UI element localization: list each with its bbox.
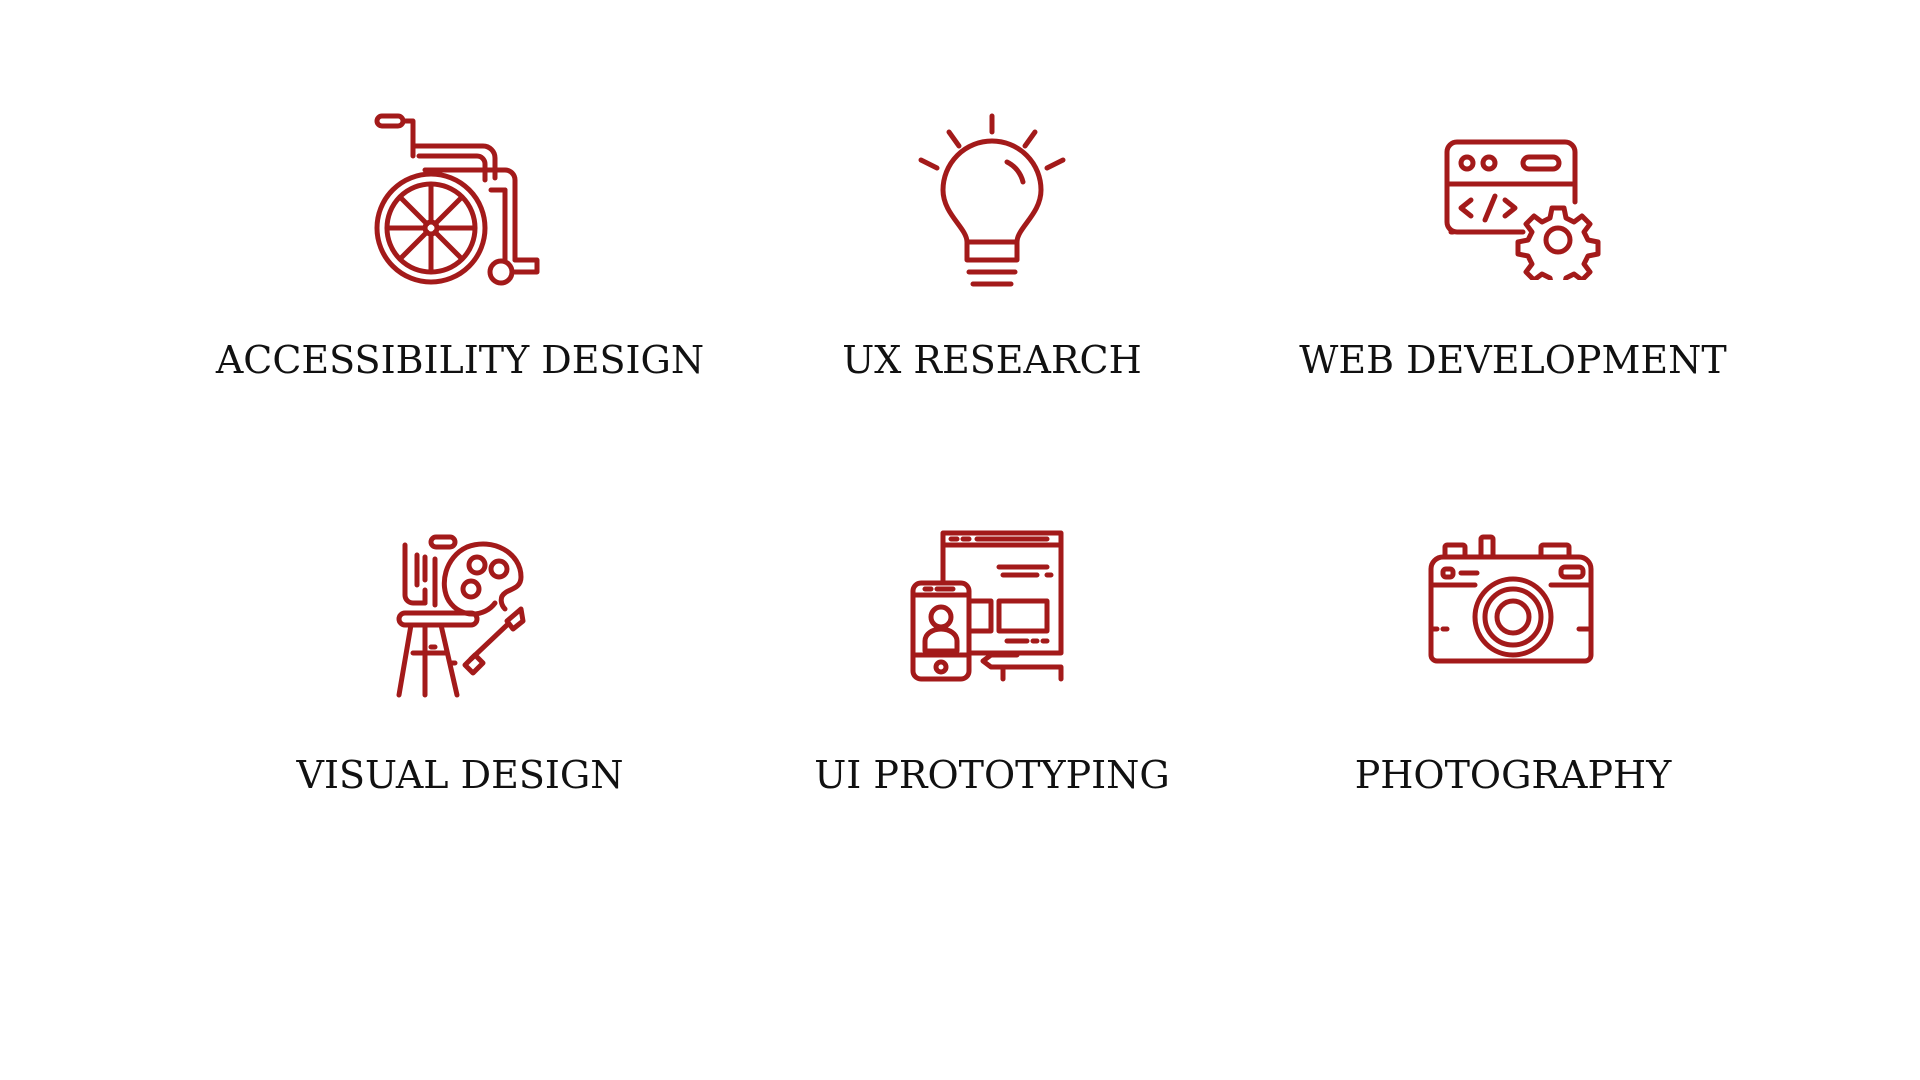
skill-label: VISUAL DESIGN (296, 753, 624, 797)
skill-photography: PHOTOGRAPHY (1253, 525, 1773, 815)
skill-label: PHOTOGRAPHY (1354, 753, 1672, 797)
camera-icon (1253, 525, 1773, 675)
skill-ui-prototyping: UI PROTOTYPING (732, 525, 1252, 815)
skill-web-development: WEB DEVELOPMENT (1253, 110, 1773, 400)
skills-grid: ACCESSIBILITY DESIGN UX RESEARCH WEB DEV… (0, 0, 1920, 1080)
skill-accessibility-design: ACCESSIBILITY DESIGN (200, 110, 720, 400)
skill-ux-research: UX RESEARCH (732, 110, 1252, 400)
skill-visual-design: VISUAL DESIGN (200, 525, 720, 815)
lightbulb-icon (732, 110, 1252, 310)
code-window-gear-icon (1253, 110, 1773, 280)
skill-label: UI PROTOTYPING (814, 753, 1170, 797)
skill-label: ACCESSIBILITY DESIGN (215, 338, 705, 382)
skill-label: UX RESEARCH (842, 338, 1142, 382)
wireframe-devices-icon (732, 525, 1252, 685)
skill-label: WEB DEVELOPMENT (1299, 338, 1727, 382)
wheelchair-icon (200, 110, 720, 290)
easel-palette-icon (200, 525, 720, 705)
